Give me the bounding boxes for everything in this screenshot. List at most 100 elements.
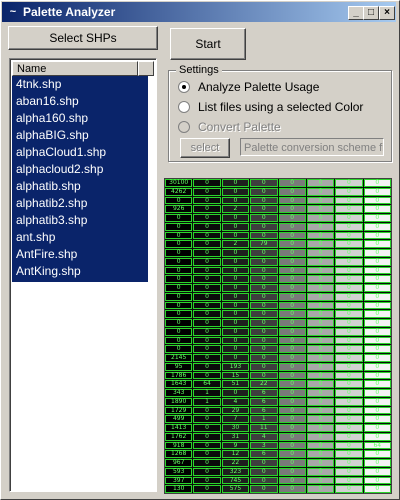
palette-cell[interactable]: 0 [278,441,306,450]
palette-cell[interactable]: 0 [193,424,221,432]
palette-cell[interactable]: 0 [278,257,306,266]
palette-cell[interactable]: 0 [306,354,335,362]
palette-cell[interactable]: 0 [193,450,221,458]
palette-cell[interactable]: 0 [278,284,306,292]
palette-cell[interactable]: 0 [335,240,363,248]
palette-cell[interactable]: 0 [306,485,335,493]
palette-cell[interactable]: 2 [221,205,250,213]
palette-cell[interactable]: 0 [363,380,391,388]
palette-cell[interactable]: 918 [165,441,193,450]
palette-cell[interactable]: 0 [193,240,221,248]
palette-cell[interactable]: 0 [335,214,363,222]
palette-cell[interactable]: 0 [363,231,391,240]
palette-cell[interactable]: 0 [335,415,363,423]
palette-cell[interactable]: 0 [165,310,193,318]
palette-cell[interactable]: 0 [306,196,335,205]
palette-cell[interactable]: 0 [306,476,335,485]
palette-cell[interactable]: 0 [221,257,250,266]
palette-cell[interactable]: 0 [193,266,221,275]
palette-cell[interactable]: 6 [250,406,278,415]
palette-cell[interactable]: 323 [221,467,250,476]
palette-cell[interactable]: 0 [278,187,306,196]
palette-cell[interactable]: 0 [335,179,363,187]
palette-cell[interactable]: 0 [335,231,363,240]
list-files-color-label[interactable]: List files using a selected Color [198,100,363,114]
palette-cell[interactable]: 0 [250,362,278,371]
palette-cell[interactable]: 0 [335,336,363,345]
palette-cell[interactable]: 0 [250,196,278,205]
palette-cell[interactable]: 0 [306,310,335,318]
palette-cell[interactable]: 0 [363,354,391,362]
palette-cell[interactable]: 30 [221,424,250,432]
palette-cell[interactable]: 1786 [165,371,193,380]
palette-cell[interactable]: 0 [165,275,193,283]
palette-cell[interactable]: 0 [165,301,193,310]
convert-palette-label[interactable]: Convert Palette [198,120,281,134]
palette-cell[interactable]: 0 [278,301,306,310]
palette-cell[interactable]: 0 [165,319,193,327]
palette-cell[interactable]: 1 [193,389,221,397]
list-item[interactable]: aban16.shp [16,93,79,110]
select-shps-button[interactable]: Select SHPs [8,26,158,50]
palette-cell[interactable]: 0 [221,222,250,231]
palette-cell[interactable]: 0 [306,319,335,327]
palette-cell[interactable]: 0 [335,432,363,441]
palette-cell[interactable]: 0 [306,389,335,397]
palette-cell[interactable]: 0 [306,467,335,476]
palette-cell[interactable]: 0 [221,284,250,292]
palette-cell[interactable]: 0 [193,257,221,266]
palette-cell[interactable]: 0 [193,345,221,353]
palette-cell[interactable]: 0 [221,266,250,275]
palette-cell[interactable]: 0 [306,362,335,371]
palette-cell[interactable]: 0 [250,257,278,266]
palette-cell[interactable]: 0 [363,284,391,292]
palette-cell[interactable]: 0 [363,292,391,301]
title-bar[interactable]: ~ Palette Analyzer _ □ × [2,2,396,22]
palette-cell[interactable]: 0 [250,275,278,283]
palette-cell[interactable]: 51 [221,380,250,388]
palette-cell[interactable]: 0 [335,292,363,301]
palette-cell[interactable]: 0 [165,336,193,345]
palette-cell[interactable]: 0 [363,459,391,467]
palette-cell[interactable]: 0 [278,485,306,493]
palette-cell[interactable]: 0 [278,450,306,458]
palette-cell[interactable]: 0 [278,380,306,388]
palette-cell[interactable]: 0 [306,257,335,266]
palette-cell[interactable]: 0 [278,406,306,415]
palette-cell[interactable]: 0 [193,205,221,213]
palette-cell[interactable]: 0 [193,406,221,415]
palette-cell[interactable]: 0 [335,397,363,406]
palette-cell[interactable]: 0 [335,319,363,327]
palette-cell[interactable]: 0 [193,214,221,222]
palette-cell[interactable]: 0 [363,467,391,476]
palette-cell[interactable]: 0 [306,397,335,406]
palette-cell[interactable]: 0 [363,371,391,380]
palette-cell[interactable]: 0 [335,327,363,336]
palette-cell[interactable]: 0 [193,187,221,196]
palette-cell[interactable]: 0 [363,266,391,275]
palette-cell[interactable]: 0 [193,432,221,441]
palette-cell[interactable]: 0 [306,415,335,423]
palette-cell[interactable]: 15 [221,371,250,380]
palette-cell[interactable]: 0 [306,266,335,275]
palette-cell[interactable]: 0 [221,179,250,187]
list-item[interactable]: alphaBIG.shp [16,127,89,144]
palette-cell[interactable]: 0 [335,257,363,266]
palette-cell[interactable]: 64 [193,380,221,388]
palette-cell[interactable]: 0 [165,292,193,301]
palette-cell[interactable]: 0 [363,415,391,423]
palette-cell[interactable]: 1890 [165,397,193,406]
palette-cell[interactable]: 499 [165,415,193,423]
palette-cell[interactable]: 0 [335,389,363,397]
palette-cell[interactable]: 0 [278,231,306,240]
palette-cell[interactable]: 0 [363,345,391,353]
palette-cell[interactable]: 0 [250,292,278,301]
palette-cell[interactable]: 0 [250,284,278,292]
palette-cell[interactable]: 0 [193,196,221,205]
palette-cell[interactable]: 22 [250,380,278,388]
palette-cell[interactable]: 0 [165,284,193,292]
palette-cell[interactable]: 0 [221,231,250,240]
palette-cell[interactable]: 0 [363,362,391,371]
palette-cell[interactable]: 0 [335,284,363,292]
palette-cell[interactable]: 0 [165,196,193,205]
